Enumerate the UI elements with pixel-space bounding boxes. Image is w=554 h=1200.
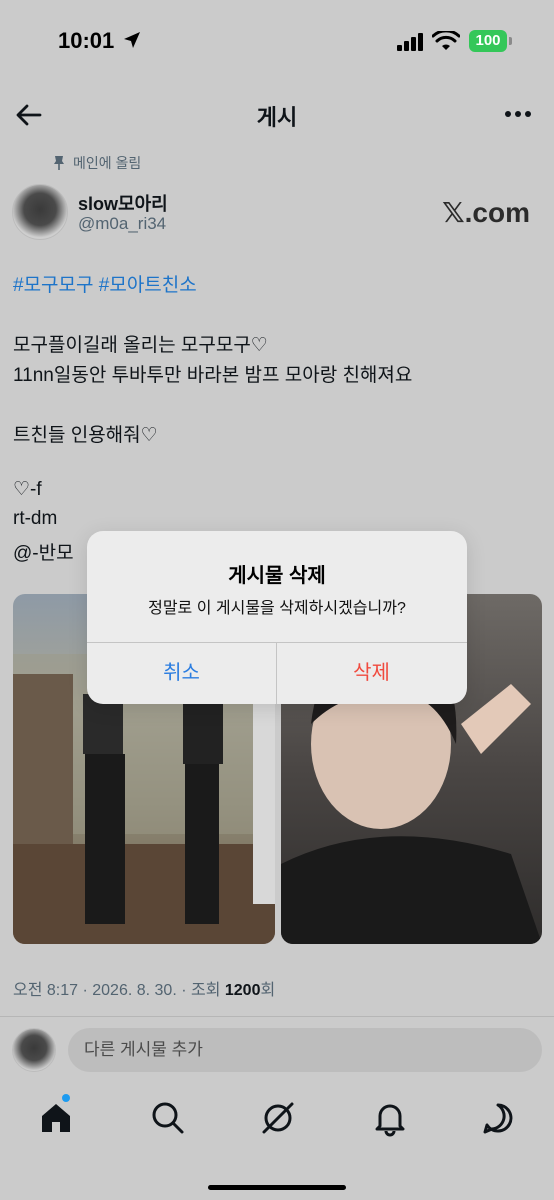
notifications-bell-icon[interactable] xyxy=(370,1098,410,1138)
author-display-name[interactable]: slow모아리 xyxy=(78,190,168,216)
messages-icon[interactable] xyxy=(478,1098,518,1138)
cellular-signal-icon xyxy=(397,33,423,51)
search-icon[interactable] xyxy=(148,1098,188,1138)
more-options-icon[interactable] xyxy=(504,102,532,126)
delete-post-dialog: 게시물 삭제 정말로 이 게시물을 삭제하시겠습니까? 취소 삭제 xyxy=(87,531,467,704)
status-time: 10:01 xyxy=(58,28,115,53)
bottom-tab-bar xyxy=(0,1092,554,1146)
post-line: 11nn일동안 투바투만 바라본 밤프 모아랑 친해져요 xyxy=(13,365,413,386)
view-count: 1200 xyxy=(224,982,261,999)
battery-indicator: 100 xyxy=(469,30,507,52)
post-hashtags[interactable]: #모구모구 #모아트친소 xyxy=(13,270,197,297)
post-line: ♡-f xyxy=(13,479,42,500)
pin-icon xyxy=(54,156,64,170)
wifi-icon xyxy=(432,31,460,50)
post-timestamp: 오전 8:17 · 2026. 8. 30. · 조회 xyxy=(13,982,225,999)
reply-avatar xyxy=(12,1028,56,1072)
page-title: 게시 xyxy=(256,105,298,130)
delete-button[interactable]: 삭제 xyxy=(277,642,466,704)
battery-tip xyxy=(509,37,512,45)
top-nav: 게시 xyxy=(0,90,554,138)
pinned-label: 메인에 올림 xyxy=(53,153,141,173)
home-notification-dot xyxy=(62,1094,70,1102)
reply-input[interactable] xyxy=(68,1028,542,1072)
post-line: rt-dm xyxy=(13,508,58,529)
views-suffix: 회 xyxy=(260,982,276,999)
pinned-text: 메인에 올림 xyxy=(73,155,142,171)
author-handle[interactable]: @m0a_ri34 xyxy=(78,214,166,234)
post-meta: 오전 8:17 · 2026. 8. 30. · 조회 1200회 xyxy=(13,976,275,1000)
post-line: @-반모 xyxy=(13,543,74,564)
x-com-watermark: 𝕏.com xyxy=(442,197,530,228)
home-icon[interactable] xyxy=(36,1098,76,1138)
post-line: 모구플이길래 올리는 모구모구♡ xyxy=(13,335,268,356)
divider xyxy=(0,1016,554,1017)
cancel-button[interactable]: 취소 xyxy=(87,642,276,704)
grok-icon[interactable] xyxy=(258,1098,298,1138)
dialog-title: 게시물 삭제 xyxy=(228,565,326,587)
post-line: 트친들 인용해줘♡ xyxy=(13,425,158,446)
author-avatar[interactable] xyxy=(12,184,68,240)
home-indicator xyxy=(208,1185,346,1190)
dialog-message: 정말로 이 게시물을 삭제하시겠습니까? xyxy=(148,600,406,617)
location-arrow-icon xyxy=(124,32,140,48)
status-bar: 10:01 100 xyxy=(0,0,554,84)
